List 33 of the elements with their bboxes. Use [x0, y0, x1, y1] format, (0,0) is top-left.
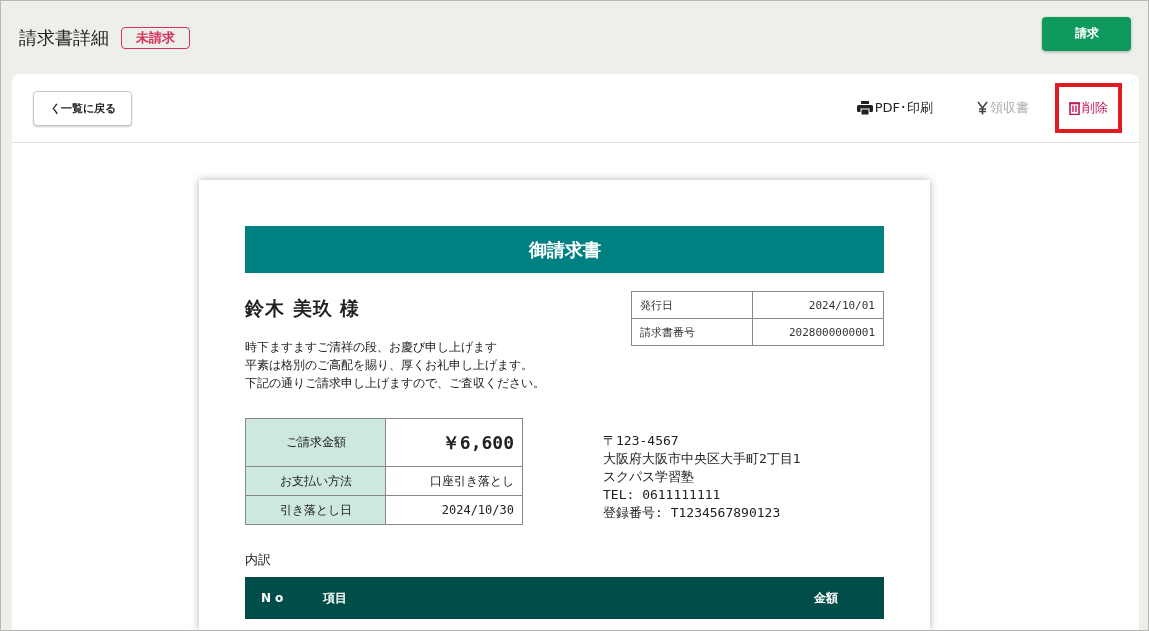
column-header: No — [261, 591, 289, 605]
column-header: 金額 — [814, 589, 838, 607]
table-cell: 2028000000001 — [752, 318, 884, 346]
printer-icon — [856, 101, 873, 115]
table-cell: ご請求金額 — [245, 418, 386, 467]
greeting-line: 下記の通りご請求申し上げますので、ご査収ください。 — [245, 375, 545, 392]
issuer-line: 登録番号: T1234567890123 — [603, 504, 782, 522]
table-cell: お支払い方法 — [245, 466, 386, 496]
trash-icon — [1069, 101, 1080, 115]
column-header: 項目 — [323, 589, 348, 607]
print-button[interactable]: PDF･印刷 — [846, 91, 943, 125]
delete-button[interactable]: 削除 — [1063, 91, 1114, 125]
table-cell: 口座引き落とし — [385, 466, 523, 496]
table-cell: 引き落とし日 — [245, 495, 386, 525]
table-cell: 発行日 — [631, 291, 753, 319]
table-cell: 2024/10/30 — [385, 495, 523, 525]
status-badge: 未請求 — [121, 26, 190, 49]
breakdown-label: 内訳 — [245, 551, 272, 569]
recipient-name: 鈴木 美玖 様 — [245, 296, 362, 321]
yen-icon — [977, 101, 988, 115]
greeting-line: 時下ますますご清祥の段、お慶び申し上げます — [245, 339, 498, 356]
back-button[interactable]: く一覧に戻る — [33, 90, 132, 126]
issuer-line: スクパス学習塾 — [603, 468, 695, 486]
issuer-line: 〒123-4567 — [603, 432, 680, 450]
bill-button[interactable]: 請求 — [1042, 16, 1131, 51]
issuer-line: 大阪府大阪市中央区大手町2丁目1 — [603, 450, 801, 468]
page-title: 請求書詳細 — [19, 25, 109, 50]
table-cell: 請求書番号 — [631, 318, 753, 346]
invoice-title: 御請求書 — [245, 226, 884, 273]
table-cell: 2024/10/01 — [752, 291, 884, 319]
table-cell: ￥6,600 — [385, 418, 523, 467]
issuer-line: TEL: 0611111111 — [603, 486, 722, 504]
greeting-line: 平素は格別のご高配を賜り、厚くお礼申し上げます。 — [245, 357, 534, 374]
